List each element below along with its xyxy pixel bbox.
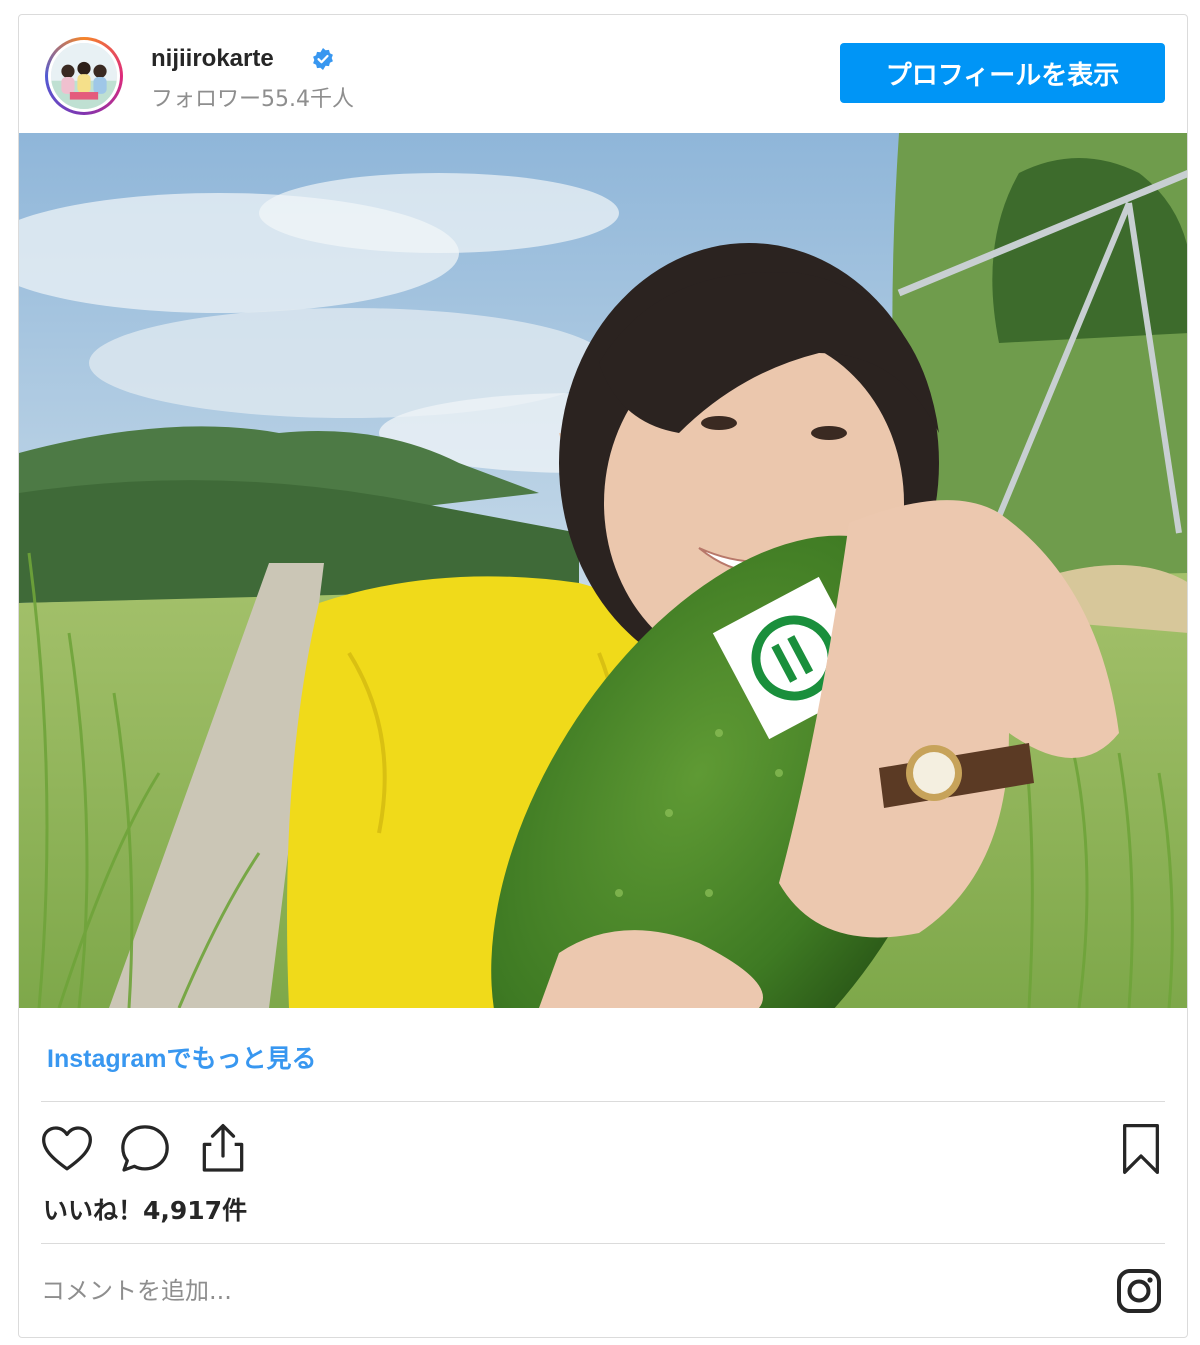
post-photo-illustration	[19, 133, 1187, 1008]
bookmark-icon[interactable]	[1113, 1121, 1169, 1177]
divider	[41, 1243, 1165, 1244]
username[interactable]: nijiirokarte	[151, 45, 274, 73]
view-more-on-instagram-link[interactable]: Instagramでもっと見る	[47, 1039, 316, 1075]
verified-badge-icon	[311, 47, 335, 71]
post-header: nijiirokarte フォロワー55.4千人 プロフィールを表示	[19, 15, 1187, 133]
instagram-logo-icon[interactable]	[1115, 1267, 1163, 1315]
post-photo[interactable]	[19, 133, 1187, 1008]
view-profile-button[interactable]: プロフィールを表示	[840, 43, 1165, 103]
follower-count: フォロワー55.4千人	[151, 87, 354, 112]
share-icon[interactable]	[195, 1121, 251, 1177]
heart-icon[interactable]	[39, 1121, 95, 1177]
avatar-image	[51, 43, 117, 109]
divider	[41, 1101, 1165, 1102]
like-count: いいね！4,917件	[43, 1196, 248, 1225]
instagram-embed-card: nijiirokarte フォロワー55.4千人 プロフィールを表示 Insta…	[18, 14, 1188, 1338]
avatar-photo-illustration	[51, 43, 117, 109]
comment-bubble-icon[interactable]	[117, 1121, 173, 1177]
comment-input[interactable]	[41, 1265, 1101, 1317]
profile-avatar[interactable]	[45, 37, 123, 115]
post-action-bar	[19, 1115, 1187, 1187]
